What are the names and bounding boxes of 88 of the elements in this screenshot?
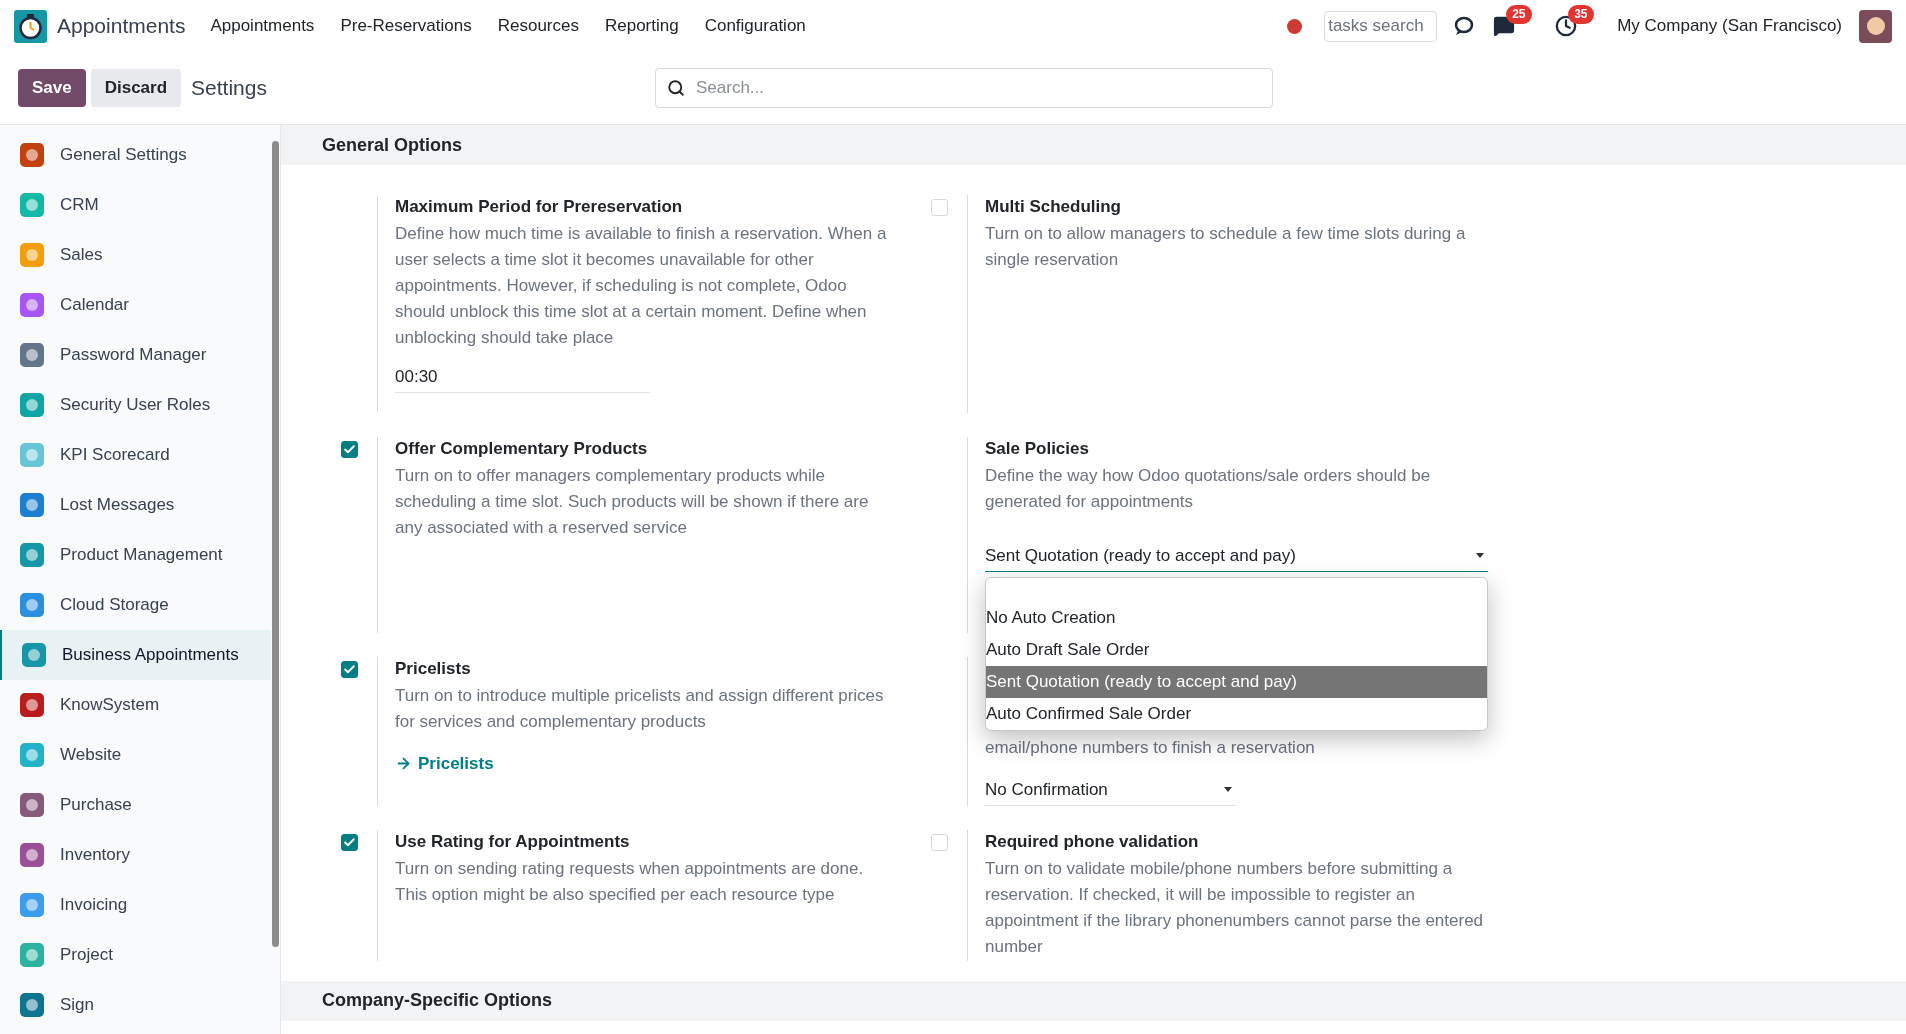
setting-description: Turn on to validate mobile/phone numbers before submitting a reservation. If checked, it will be impossible to register an appointment if the library phonenumbers cannot parse the entered number — [985, 857, 1485, 958]
app-icon — [18, 491, 46, 519]
sidebar-item[interactable]: Inventory — [0, 830, 271, 880]
caret-icon — [1224, 787, 1232, 793]
scrollbar-thumb[interactable] — [272, 141, 279, 947]
dropdown-option[interactable]: Auto Draft Sale Order — [986, 634, 1487, 666]
menu-item[interactable]: Appointments — [197, 13, 328, 39]
sidebar-item[interactable]: CRM — [0, 180, 271, 230]
check-icon — [342, 663, 356, 676]
app-icon — [18, 841, 46, 869]
app-icon — [18, 141, 46, 169]
sidebar-item[interactable]: Calendar — [0, 280, 271, 330]
app-icon — [18, 241, 46, 269]
activity-count: 35 — [1568, 5, 1594, 24]
sidebar-item[interactable]: Password Manager — [0, 330, 271, 380]
checkbox[interactable] — [340, 833, 358, 851]
setting-description: Define the way how Odoo quotations/sale orders should be generated for appointments — [985, 465, 1432, 513]
chat-bubble-icon[interactable] — [1453, 15, 1476, 37]
company-name[interactable]: My Company (San Francisco) — [1617, 13, 1842, 39]
app-icon — [18, 691, 46, 719]
time-field[interactable]: 00:30 — [395, 364, 650, 393]
discard-button[interactable]: Discard — [90, 69, 182, 107]
app-icon — [18, 741, 46, 769]
setting-description: Turn on to introduce multiple pricelists and assign different prices for services and complementary products — [395, 685, 885, 733]
caret-icon — [1476, 553, 1484, 559]
sidebar-item[interactable]: Invoicing — [0, 880, 271, 930]
app-icon — [18, 891, 46, 919]
sidebar-item[interactable]: General Settings — [0, 130, 271, 180]
setting-title: Offer Complementary Products — [395, 438, 649, 460]
breadcrumb: Settings — [191, 75, 267, 102]
setting-title: Use Rating for Appointments — [395, 830, 631, 853]
check-icon — [342, 443, 356, 456]
sidebar-item[interactable]: Security User Roles — [0, 380, 271, 430]
sidebar-item[interactable]: Lost Messages — [0, 480, 271, 530]
message-count: 25 — [1506, 5, 1532, 24]
checkbox[interactable] — [340, 441, 358, 458]
dropdown-option[interactable]: Sent Quotation (ready to accept and pay) — [986, 666, 1487, 698]
sidebar-item[interactable]: KnowSystem — [0, 680, 271, 730]
menu-item[interactable]: Pre-Reservations — [327, 13, 485, 39]
menu-item[interactable]: Resources — [484, 13, 592, 39]
app-icon — [18, 591, 46, 619]
app-icon — [18, 341, 46, 369]
app-icon — [20, 641, 48, 669]
sidebar-item[interactable]: Sign — [0, 980, 271, 1030]
checkbox[interactable] — [340, 661, 358, 678]
setting-title: Maximum Period for Prereservation — [395, 196, 684, 218]
search-field[interactable]: Search... — [654, 68, 1273, 108]
check-icon — [342, 835, 356, 849]
pricelists-link[interactable]: Pricelists — [395, 751, 494, 777]
setting-description: Define how much time is available to finish a reservation. When a user selects a time slot it becomes unavailable for other appointments. However, if scheduling is not complete, Odoo should unblock this time slot at a certain moment. Define when unblocking should take place — [395, 223, 888, 349]
sidebar-item[interactable]: KPI Scorecard — [0, 430, 271, 480]
select-field[interactable]: Sent Quotation (ready to accept and pay) — [985, 543, 1488, 572]
app-icon — [18, 191, 46, 219]
stopwatch-icon[interactable] — [14, 9, 47, 43]
setting-title: Sale Policies — [985, 438, 1090, 460]
app-title[interactable]: Appointments — [57, 10, 186, 42]
sidebar-item[interactable]: Project — [0, 930, 271, 980]
setting-description: Turn on sending rating requests when appointments are done. This option might be also specified per each resource type — [395, 857, 865, 906]
sidebar-item[interactable]: Cloud Storage — [0, 580, 271, 630]
sidebar-item[interactable]: Website — [0, 730, 271, 780]
avatar[interactable] — [1859, 9, 1892, 43]
section-header: Company-Specific Options — [281, 980, 1906, 1021]
app-icon — [18, 791, 46, 819]
app-icon — [18, 991, 46, 1019]
app-icon — [18, 441, 46, 469]
setting-title: Multi Scheduling — [985, 196, 1122, 218]
setting-description: Turn on to offer managers complementary products while scheduling a time slot. Such products will be shown if there are any associated with a reserved service — [395, 465, 870, 539]
sidebar-item[interactable]: Sales — [0, 230, 271, 280]
tasks-search-field[interactable]: tasks search — [1324, 10, 1438, 42]
app-icon — [18, 291, 46, 319]
app-icon — [18, 391, 46, 419]
setting-title: Pricelists — [395, 658, 472, 680]
sidebar-item[interactable]: Business Appointments — [0, 630, 271, 680]
setting-description: email/phone numbers to finish a reservation — [985, 737, 1316, 759]
setting-title: Required phone validation — [985, 830, 1200, 853]
setting-description: Turn on to allow managers to schedule a few time slots during a single reservation — [985, 223, 1467, 271]
menu-item[interactable]: Configuration — [691, 13, 819, 39]
app-icon — [18, 541, 46, 569]
dropdown-option[interactable]: No Auto Creation — [986, 602, 1487, 634]
select-field[interactable]: No Confirmation — [985, 777, 1236, 806]
save-button[interactable]: Save — [18, 69, 86, 107]
menu-item[interactable]: Reporting — [591, 13, 692, 39]
app-icon — [18, 941, 46, 969]
search-icon — [666, 79, 685, 97]
section-header: General Options — [281, 125, 1906, 165]
dropdown-option[interactable]: Auto Confirmed Sale Order — [986, 698, 1487, 730]
sidebar-item[interactable]: Product Management — [0, 530, 271, 580]
sidebar-item[interactable]: Purchase — [0, 780, 271, 830]
